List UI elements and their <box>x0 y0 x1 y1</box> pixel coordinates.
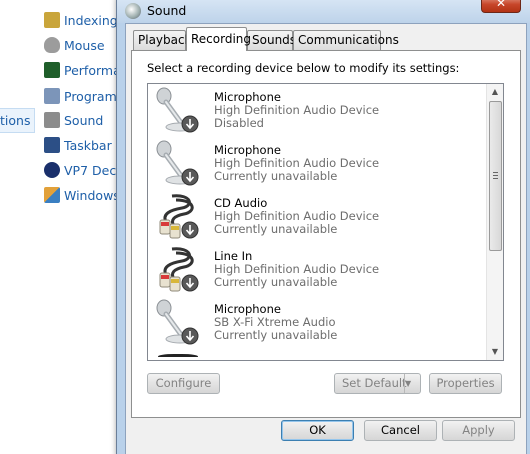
cancel-button[interactable]: Cancel <box>364 420 437 441</box>
window-title: Sound <box>147 3 187 18</box>
sound-app-icon <box>125 3 141 19</box>
configure-label: Configure <box>155 376 212 390</box>
device-status: Disabled <box>214 116 264 130</box>
device-name: Microphone <box>214 302 281 316</box>
properties-button[interactable]: Properties <box>429 373 502 394</box>
sound-dialog: Sound ✕ Playback Recording Sounds Commun… <box>116 0 530 454</box>
scroll-up-icon[interactable]: ▲ <box>487 84 503 100</box>
on2-icon <box>44 162 60 178</box>
device-status: Currently unavailable <box>214 222 338 236</box>
tab-communications[interactable]: Communications <box>293 30 399 50</box>
set-default-button[interactable]: Set Default ▼ <box>334 373 421 394</box>
tab-recording[interactable]: Recording <box>186 27 251 51</box>
recording-device-list[interactable]: Microphone High Definition Audio Device … <box>147 83 504 361</box>
partial-device-icon <box>158 354 198 360</box>
microphone-icon <box>156 299 199 345</box>
scroll-thumb[interactable] <box>489 101 502 251</box>
apply-label: Apply <box>462 423 495 437</box>
windows-icon <box>44 187 60 203</box>
dialog-client-area: Playback Recording Sounds Communications… <box>125 23 527 454</box>
title-bar[interactable]: Sound ✕ <box>117 0 530 23</box>
cp-item-label: Programs <box>64 88 124 104</box>
recording-tab-panel: Select a recording device below to modif… <box>131 50 521 418</box>
cp-item-label: Mouse <box>64 37 105 53</box>
tab-label: Sounds <box>252 33 297 47</box>
properties-label: Properties <box>436 376 495 390</box>
taskbar-icon <box>44 137 60 153</box>
control-panel-list: Indexing O Mouse Performan Programs tion… <box>0 0 130 454</box>
cancel-label: Cancel <box>381 423 420 437</box>
cp-selected-item[interactable]: tions <box>0 108 35 133</box>
cp-item-programs[interactable]: Programs <box>44 85 123 107</box>
chevron-down-icon[interactable]: ▼ <box>404 374 420 393</box>
configure-button[interactable]: Configure <box>147 373 220 394</box>
device-item[interactable]: Microphone High Definition Audio Device … <box>148 84 488 137</box>
device-name: Microphone <box>214 90 281 104</box>
device-name: Microphone <box>214 143 281 157</box>
cp-item-label: Windows <box>64 187 120 203</box>
device-driver: High Definition Audio Device <box>214 209 380 223</box>
ok-label: OK <box>309 423 326 437</box>
cp-item-mouse[interactable]: Mouse <box>44 34 105 56</box>
cp-item-label: Sound <box>64 112 104 128</box>
indexing-icon <box>44 12 60 28</box>
microphone-icon <box>156 87 199 133</box>
ok-button[interactable]: OK <box>281 420 354 441</box>
cp-selected-label: tions <box>0 113 31 128</box>
device-item[interactable]: Microphone SB X-Fi Xtreme Audio Currentl… <box>148 296 488 349</box>
scroll-down-icon[interactable]: ▼ <box>487 344 503 360</box>
mouse-icon <box>44 37 60 53</box>
grip-icon <box>493 172 498 179</box>
cp-item-sound[interactable]: Sound <box>44 109 103 131</box>
device-status: Currently unavailable <box>214 169 338 183</box>
rca-cable-icon <box>159 247 199 292</box>
cp-item-windows[interactable]: Windows <box>44 184 120 206</box>
close-icon: ✕ <box>495 0 507 10</box>
rca-cable-icon <box>159 194 199 239</box>
device-list-scrollbar[interactable]: ▲ ▼ <box>486 84 503 360</box>
device-driver: High Definition Audio Device <box>214 103 380 117</box>
set-default-label: Set Default <box>342 376 407 390</box>
apply-button[interactable]: Apply <box>442 420 515 441</box>
speaker-icon <box>44 112 60 128</box>
device-item[interactable]: Microphone High Definition Audio Device … <box>148 137 488 190</box>
device-item[interactable]: Line In High Definition Audio Device Cur… <box>148 243 488 296</box>
cp-item-vp7[interactable]: VP7 Deco <box>44 159 124 181</box>
tab-label: Recording <box>191 32 252 46</box>
device-driver: SB X-Fi Xtreme Audio <box>214 315 336 329</box>
tab-label: Playback <box>138 33 192 47</box>
programs-icon <box>44 88 60 104</box>
instruction-text: Select a recording device below to modif… <box>147 61 460 75</box>
device-name: CD Audio <box>214 196 268 210</box>
device-name: Line In <box>214 249 253 263</box>
microphone-icon <box>156 140 199 186</box>
device-status: Currently unavailable <box>214 275 338 289</box>
device-driver: High Definition Audio Device <box>214 156 380 170</box>
tab-label: Communications <box>298 33 399 47</box>
device-driver: High Definition Audio Device <box>214 262 380 276</box>
performance-icon <box>44 62 60 78</box>
close-button[interactable]: ✕ <box>481 0 521 13</box>
device-status: Currently unavailable <box>214 328 338 342</box>
tab-playback[interactable]: Playback <box>133 30 192 50</box>
tab-sounds[interactable]: Sounds <box>247 30 297 50</box>
cp-item-label: VP7 Deco <box>64 162 124 178</box>
device-item[interactable]: CD Audio High Definition Audio Device Cu… <box>148 190 488 243</box>
